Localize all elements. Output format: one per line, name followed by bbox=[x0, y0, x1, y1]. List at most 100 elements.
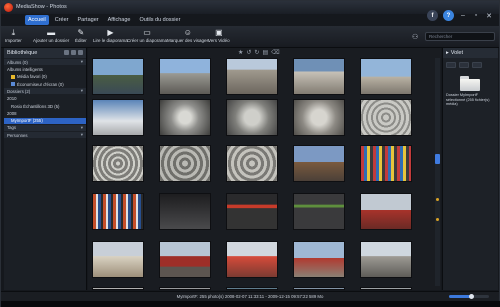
add-folder-icon: ▬ bbox=[47, 28, 56, 37]
title-bar: MediaShow - Photos bbox=[1, 1, 499, 14]
photo-thumbnail[interactable] bbox=[159, 99, 211, 136]
library-panel: Bibliothèque Albums (0) ▾ Albums intellig… bbox=[4, 48, 87, 290]
year-2010-row[interactable]: 2010 bbox=[4, 96, 86, 102]
scroll-marker bbox=[436, 198, 439, 201]
year-2010-label: 2010 bbox=[7, 96, 17, 102]
menu-view[interactable]: Affichage bbox=[105, 15, 134, 25]
photo-thumbnail[interactable] bbox=[92, 99, 144, 136]
rosio-samples-row[interactable]: Rosio Échantillons 3D (5) bbox=[4, 103, 86, 109]
rotate-right-icon[interactable]: ↻ bbox=[254, 49, 259, 56]
photo-thumbnail[interactable] bbox=[92, 241, 144, 278]
photo-thumbnail[interactable] bbox=[360, 193, 412, 230]
list-view-icon[interactable] bbox=[64, 50, 69, 55]
people-section[interactable]: Personnes ▾ bbox=[4, 132, 86, 139]
photo-thumbnail[interactable] bbox=[360, 287, 412, 290]
filter-icon[interactable]: ▤ bbox=[262, 49, 268, 56]
photo-thumbnail[interactable] bbox=[293, 193, 345, 230]
photo-thumbnail[interactable] bbox=[159, 241, 211, 278]
tag-faces-button[interactable]: ☺ Marquer des visages bbox=[167, 28, 209, 43]
photo-thumbnail[interactable] bbox=[92, 287, 144, 290]
photo-thumbnail[interactable] bbox=[226, 145, 278, 182]
panel-tool-icon[interactable] bbox=[472, 62, 482, 68]
scroll-marker bbox=[436, 218, 439, 221]
chevron-right-icon[interactable]: ▸ bbox=[446, 50, 449, 56]
chevron-down-icon: ▾ bbox=[80, 88, 83, 94]
photo-thumbnail[interactable] bbox=[92, 193, 144, 230]
rotate-left-icon[interactable]: ↺ bbox=[246, 49, 251, 56]
collapse-icon[interactable] bbox=[78, 50, 83, 55]
chevron-down-icon: ▾ bbox=[80, 59, 83, 65]
maximize-button[interactable]: ▫ bbox=[472, 12, 480, 20]
photo-thumbnail[interactable] bbox=[226, 287, 278, 290]
photo-thumbnail[interactable] bbox=[360, 58, 412, 95]
play-slideshow-label: Lire le diaporama bbox=[93, 38, 128, 43]
import-label: Importer bbox=[5, 38, 22, 43]
photo-thumbnail[interactable] bbox=[159, 145, 211, 182]
to-video-button[interactable]: ▣ Vers Vidéo bbox=[208, 28, 230, 43]
create-slideshow-button[interactable]: ▭ Créer un diaporama bbox=[127, 28, 167, 43]
grid-view-icon[interactable] bbox=[71, 50, 76, 55]
tag-faces-label: Marquer des visages bbox=[167, 38, 209, 43]
photo-thumbnail[interactable] bbox=[293, 287, 345, 290]
menu-bar: Accueil Créer Partager Affichage Outils … bbox=[25, 15, 183, 25]
panel-tool-icon[interactable] bbox=[446, 62, 456, 68]
scrollbar-thumb[interactable] bbox=[435, 154, 440, 164]
photo-thumbnail[interactable] bbox=[360, 145, 412, 182]
photo-thumbnail[interactable] bbox=[360, 241, 412, 278]
menu-share[interactable]: Partager bbox=[75, 15, 102, 25]
photo-thumbnail[interactable] bbox=[92, 58, 144, 95]
zoom-slider-knob[interactable] bbox=[468, 294, 474, 299]
zoom-slider-fill bbox=[449, 295, 471, 298]
photo-thumbnail[interactable] bbox=[293, 241, 345, 278]
minimize-button[interactable]: – bbox=[459, 12, 467, 20]
menu-folder-tools[interactable]: Outils du dossier bbox=[136, 15, 183, 25]
edit-button[interactable]: ✎ Éditer bbox=[75, 28, 87, 43]
search-input[interactable] bbox=[425, 32, 495, 41]
photo-thumbnail[interactable] bbox=[226, 193, 278, 230]
star-icon[interactable]: ★ bbox=[238, 49, 243, 56]
vertical-scrollbar[interactable] bbox=[435, 58, 440, 286]
folders-section[interactable]: Dossiers (2) ▾ bbox=[4, 88, 86, 95]
folders-label: Dossiers (2) bbox=[7, 88, 31, 94]
photo-thumbnail[interactable] bbox=[92, 145, 144, 182]
photo-thumbnail[interactable] bbox=[159, 287, 211, 290]
create-slideshow-icon: ▭ bbox=[143, 28, 151, 37]
grid-view-controls: ★ ↺ ↻ ▤ ⌫ bbox=[238, 49, 280, 56]
myimportf-label: MyImportF (255) bbox=[11, 118, 43, 124]
menu-create[interactable]: Créer bbox=[52, 15, 72, 25]
photo-thumbnail[interactable] bbox=[293, 99, 345, 136]
photo-thumbnail[interactable] bbox=[360, 99, 412, 136]
play-slideshow-icon: ▶ bbox=[107, 28, 114, 37]
people-icon[interactable]: ⚇ bbox=[412, 33, 421, 41]
delete-icon[interactable]: ⌫ bbox=[271, 49, 279, 56]
albums-section[interactable]: Albums (0) ▾ bbox=[4, 59, 86, 66]
myimportf-row[interactable]: MyImportF (255) bbox=[4, 117, 86, 124]
screensaver-row[interactable]: Économiseur d'écran (0) bbox=[4, 81, 86, 87]
photo-thumbnail[interactable] bbox=[159, 58, 211, 95]
status-text: MyImportF: 255 photo(s) 2008-02-07 11:33… bbox=[176, 294, 324, 299]
edit-label: Éditer bbox=[75, 38, 87, 43]
favorite-media-row[interactable]: Média favori (0) bbox=[4, 74, 86, 80]
add-folder-button[interactable]: ▬ Ajouter un dossier bbox=[33, 28, 69, 43]
photo-thumbnail[interactable] bbox=[226, 241, 278, 278]
star-icon bbox=[11, 74, 15, 79]
play-slideshow-button[interactable]: ▶ Lire le diaporama bbox=[93, 28, 128, 43]
facebook-icon[interactable]: f bbox=[427, 10, 438, 21]
photo-thumbnail[interactable] bbox=[159, 193, 211, 230]
help-icon[interactable]: ? bbox=[443, 10, 454, 21]
smart-albums-row[interactable]: Albums intelligents bbox=[4, 67, 86, 73]
photo-thumbnail[interactable] bbox=[226, 99, 278, 136]
menu-home[interactable]: Accueil bbox=[25, 15, 49, 25]
import-button[interactable]: ⤓ Importer bbox=[5, 28, 22, 44]
zoom-slider[interactable] bbox=[449, 294, 489, 299]
year-2008-row[interactable]: 2008 bbox=[4, 110, 86, 116]
window-controls: f ? – ▫ ✕ bbox=[427, 10, 493, 21]
app-window: MediaShow - Photos Accueil Créer Partage… bbox=[0, 0, 500, 307]
photo-thumbnail[interactable] bbox=[293, 145, 345, 182]
tags-section[interactable]: Tags ▾ bbox=[4, 124, 86, 131]
smart-albums-label: Albums intelligents bbox=[7, 67, 43, 73]
photo-thumbnail[interactable] bbox=[293, 58, 345, 95]
close-button[interactable]: ✕ bbox=[485, 12, 493, 20]
panel-tool-icon[interactable] bbox=[459, 62, 469, 68]
photo-thumbnail[interactable] bbox=[226, 58, 278, 95]
